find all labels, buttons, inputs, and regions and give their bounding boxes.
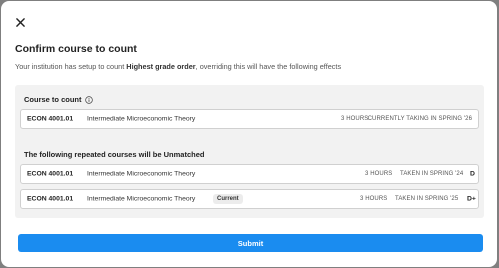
dialog-subtitle: Your institution has setup to count High… — [15, 62, 341, 71]
course-code: ECON 4001.01 — [27, 195, 74, 203]
course-hours: 3 HOURS — [365, 171, 393, 177]
course-name: Intermediate Microeconomic Theory — [87, 115, 196, 123]
course-status: CURRENTLY TAKING IN SPRING '26 — [367, 116, 472, 122]
unmatched-course-row[interactable]: ECON 4001.01 Intermediate Microeconomic … — [20, 164, 479, 184]
course-to-count-label: Course to count — [24, 95, 93, 104]
unmatched-course-row[interactable]: ECON 4001.01 Intermediate Microeconomic … — [20, 189, 479, 209]
course-hours: 3 HOURS — [341, 116, 369, 122]
course-to-count-text: Course to count — [24, 95, 82, 104]
unmatched-label: The following repeated courses will be U… — [24, 150, 205, 159]
subtitle-suffix: , overriding this will have the followin… — [195, 62, 342, 71]
submit-button[interactable]: Submit — [18, 234, 483, 252]
subtitle-policy: Highest grade order — [126, 62, 196, 71]
close-button[interactable] — [11, 13, 29, 31]
info-circle-icon[interactable] — [84, 95, 93, 104]
course-name: Intermediate Microeconomic Theory — [87, 170, 196, 178]
current-badge: Current — [213, 194, 243, 204]
course-grade: D+ — [467, 195, 476, 203]
course-grade: D — [470, 170, 475, 178]
dialog-title: Confirm course to count — [15, 43, 137, 55]
course-status: TAKEN IN SPRING '24 — [400, 171, 464, 177]
subtitle-prefix: Your institution has setup to count — [15, 62, 127, 71]
course-hours: 3 HOURS — [360, 196, 388, 202]
course-code: ECON 4001.01 — [27, 115, 74, 123]
course-name: Intermediate Microeconomic Theory — [87, 195, 196, 203]
course-code: ECON 4001.01 — [27, 170, 74, 178]
effects-panel: Course to count ECON 4001.01 Intermediat… — [15, 85, 484, 218]
confirm-course-dialog: Confirm course to count Your institution… — [1, 1, 497, 267]
course-status: TAKEN IN SPRING '25 — [395, 196, 459, 202]
close-icon — [15, 17, 25, 27]
course-to-count-row[interactable]: ECON 4001.01 Intermediate Microeconomic … — [20, 109, 479, 129]
